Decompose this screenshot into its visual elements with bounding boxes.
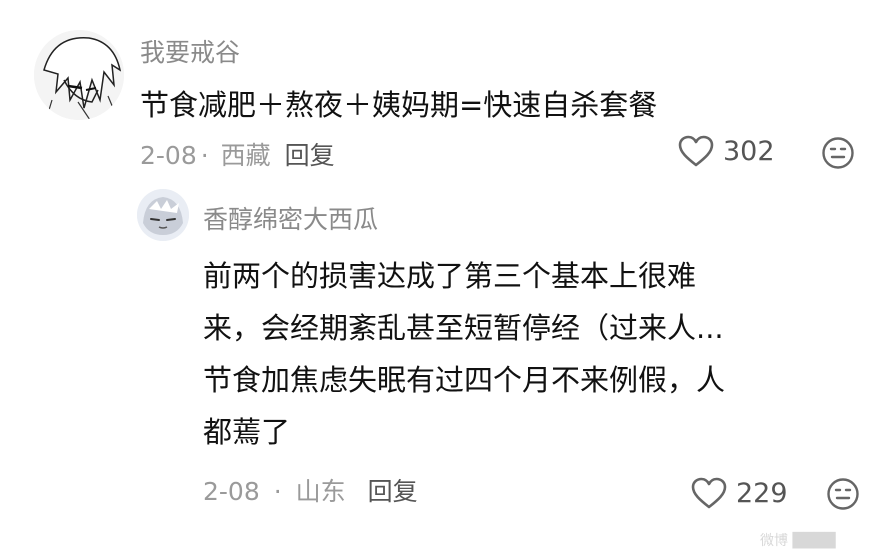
comment-username[interactable]: 香醇绵密大西瓜 (203, 200, 378, 236)
reply-button[interactable]: 回复 (368, 477, 418, 506)
avatar[interactable] (137, 189, 189, 241)
comment-date: 2-08 (203, 477, 260, 506)
meta-separator: · (200, 141, 209, 170)
like-count: 229 (736, 477, 788, 509)
meta-separator: · (273, 477, 282, 506)
watermark: 微博 ████ (760, 533, 836, 549)
comment-location: 西藏 (220, 141, 271, 170)
heart-icon (678, 135, 714, 167)
like-count: 302 (723, 135, 775, 167)
comment-text: 节食减肥＋熬夜＋姨妈期=快速自杀套餐 (140, 88, 658, 122)
comment-text-line: 来，会经期紊乱甚至短暂停经（过来人... (203, 311, 724, 345)
like-button[interactable]: 302 (677, 134, 775, 168)
comment-location: 山东 (295, 477, 346, 506)
sleepy-cartoon-avatar-icon (137, 189, 189, 241)
comment-username[interactable]: 我要戒谷 (140, 33, 240, 69)
like-button[interactable]: 229 (690, 476, 788, 510)
reaction-button[interactable] (826, 477, 860, 515)
comment-meta: 2-08 · 山东 回复 (203, 472, 418, 508)
neutral-face-icon (827, 478, 859, 510)
reaction-button[interactable] (821, 136, 855, 174)
comment-text: 前两个的损害达成了第三个基本上很难 来，会经期紊乱甚至短暂停经（过来人... 节… (203, 250, 725, 458)
avatar[interactable] (34, 30, 124, 120)
neutral-face-icon (822, 137, 854, 169)
anime-white-hair-avatar-icon (34, 30, 124, 120)
reply-button[interactable]: 回复 (285, 141, 335, 170)
comment-date: 2-08 (140, 141, 197, 170)
comment-text-line: 前两个的损害达成了第三个基本上很难 (203, 259, 697, 293)
comment-meta: 2-08 · 西藏 回复 (140, 136, 335, 172)
comment-text-line: 都蔫了 (203, 415, 291, 449)
heart-icon (691, 477, 727, 509)
comment-text-line: 节食加焦虑失眠有过四个月不来例假，人 (203, 363, 726, 397)
